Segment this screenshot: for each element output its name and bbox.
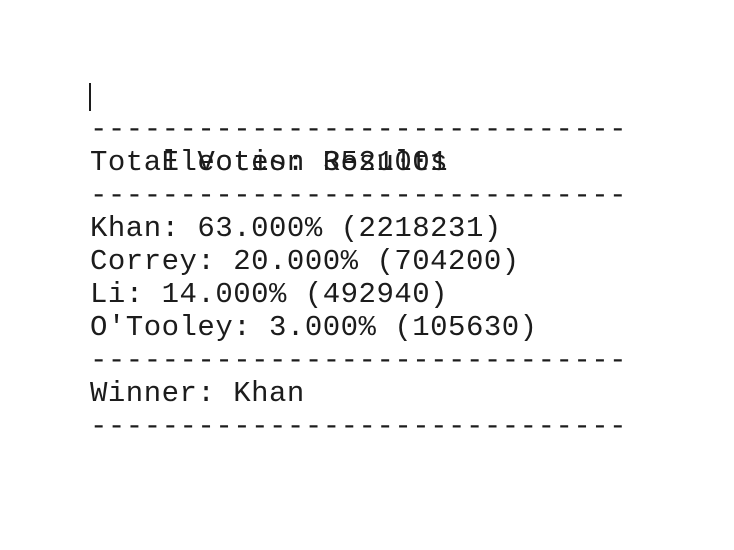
title-line: Election Results: [89, 80, 627, 179]
candidate-line: Khan: 63.000% (2218231): [90, 212, 502, 245]
separator-line: ------------------------------: [90, 410, 628, 443]
separator-line: ------------------------------: [90, 113, 628, 146]
separator-line: ------------------------------: [90, 179, 628, 212]
document-title: Election Results: [161, 146, 449, 179]
results-document[interactable]: Election Results -----------------------…: [89, 80, 628, 443]
candidate-line: Li: 14.000% (492940): [90, 278, 449, 311]
candidate-line: Correy: 20.000% (704200): [90, 245, 520, 278]
text-cursor: [89, 83, 91, 111]
candidate-line: O'Tooley: 3.000% (105630): [90, 311, 538, 344]
winner-line: Winner: Khan: [90, 377, 305, 410]
separator-line: ------------------------------: [90, 344, 628, 377]
